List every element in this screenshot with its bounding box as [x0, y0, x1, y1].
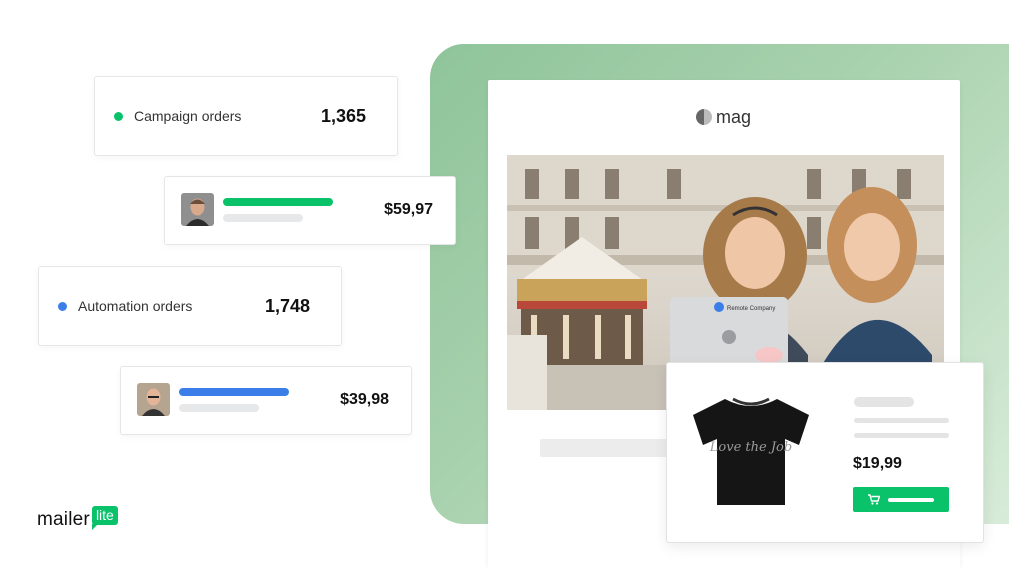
automation-order-row: $39,98	[120, 366, 412, 435]
text-placeholder-bar	[223, 214, 303, 222]
campaign-order-row: $59,97	[164, 176, 456, 245]
t-shirt-image: Love the Job	[693, 397, 809, 505]
product-price: $19,99	[853, 455, 902, 472]
automation-orders-card: Automation orders 1,748	[38, 266, 342, 346]
progress-bar	[223, 198, 333, 206]
mag-logo: mag	[696, 106, 751, 128]
campaign-orders-value: 1,365	[321, 106, 367, 126]
add-to-cart-button[interactable]	[853, 487, 949, 512]
order-price: $39,98	[340, 391, 389, 408]
avatar	[137, 383, 170, 416]
product-text-placeholder	[854, 433, 949, 438]
product-text-placeholder	[854, 418, 949, 423]
product-title-placeholder	[854, 397, 914, 407]
text-placeholder-bar	[179, 404, 259, 412]
automation-dot-icon	[58, 301, 67, 311]
campaign-orders-card: Campaign orders 1,365	[94, 76, 398, 156]
order-price: $59,97	[384, 201, 433, 218]
mag-logo-icon	[696, 109, 712, 125]
campaign-dot-icon	[114, 111, 123, 121]
automation-orders-value: 1,748	[265, 296, 311, 316]
logo-word: mailer	[37, 509, 90, 530]
mag-logo-text: mag	[716, 106, 752, 127]
progress-bar	[179, 388, 289, 396]
cart-icon	[868, 494, 880, 505]
laptop-sticker-text: Remote Company	[727, 306, 775, 312]
shirt-print-text: Love the Job	[709, 440, 792, 455]
button-label-placeholder	[888, 497, 934, 502]
logo-badge: lite	[91, 506, 118, 530]
avatar	[181, 193, 214, 226]
mailerlite-logo: mailer lite	[37, 506, 118, 531]
automation-orders-label: Automation orders	[78, 298, 193, 314]
campaign-orders-label: Campaign orders	[134, 108, 242, 124]
product-card: Love the Job $19,99	[666, 362, 984, 543]
